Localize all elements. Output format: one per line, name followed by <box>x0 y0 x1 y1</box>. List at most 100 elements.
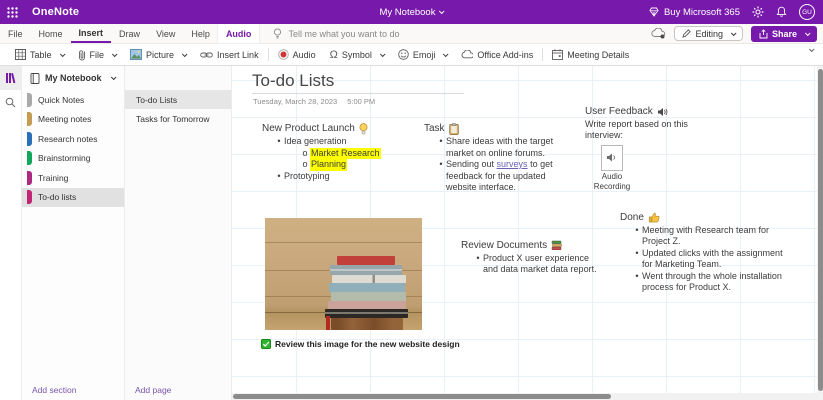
note-block-new-product-launch[interactable]: New Product Launch •Idea generation oMar… <box>262 123 434 182</box>
app-launcher-icon[interactable] <box>0 0 24 24</box>
ribbon-label: Office Add-ins <box>477 50 533 60</box>
omega-icon: Ω <box>330 49 338 61</box>
notebook-header-dropdown[interactable]: My Notebook <box>22 66 124 90</box>
tell-me-search[interactable]: Tell me what you want to do <box>273 24 399 43</box>
page-title[interactable]: To-do Lists <box>252 71 334 91</box>
ribbon-label: Symbol <box>342 50 372 60</box>
add-page-button[interactable]: Add page <box>135 385 171 395</box>
bullet-text: Product X user experience and data marke… <box>483 253 601 276</box>
notebooks-nav-icon[interactable] <box>0 66 22 90</box>
ribbon-picture-button[interactable]: Picture <box>123 44 193 65</box>
note-block-task[interactable]: Task •Share ideas with the target market… <box>424 123 576 194</box>
wood-plank-line <box>265 242 422 243</box>
office-addins-icon <box>461 50 473 59</box>
image-review-todo[interactable]: Review this image for the new website de… <box>261 339 460 349</box>
sync-status-icon[interactable] <box>651 28 666 39</box>
todo-label: Review this image for the new website de… <box>275 339 460 349</box>
bullet-marker: • <box>632 225 642 248</box>
attachment-caption: Audio Recording <box>585 172 639 192</box>
note-block-done[interactable]: Done •Meeting with Research team for Pro… <box>620 212 786 294</box>
ribbon-table-button[interactable]: Table <box>8 44 71 65</box>
section-label: Quick Notes <box>38 95 84 105</box>
audio-recording-attachment[interactable] <box>601 145 623 171</box>
page-item-to-do-lists[interactable]: To-do Lists <box>125 90 231 109</box>
bullet-marker: • <box>436 159 446 194</box>
vertical-scrollbar[interactable] <box>817 66 823 400</box>
section-item-training[interactable]: Training <box>22 168 124 188</box>
chevron-down-icon <box>731 30 737 36</box>
tab-audio[interactable]: Audio <box>218 24 260 43</box>
share-button[interactable]: Share <box>751 26 817 42</box>
text-run: Sending out <box>446 159 497 169</box>
note-canvas[interactable]: To-do Lists Tuesday, March 28, 2023 5:00… <box>232 66 823 400</box>
bullet-text: Updated clicks with the assignment for M… <box>642 248 786 271</box>
tab-help[interactable]: Help <box>183 24 218 43</box>
section-color-tab <box>27 132 32 146</box>
ribbon-label: Insert Link <box>217 50 259 60</box>
section-color-tab <box>27 190 32 204</box>
account-avatar[interactable]: GU <box>799 4 815 20</box>
record-audio-icon <box>278 49 289 60</box>
tab-view[interactable]: View <box>148 24 183 43</box>
feedback-text: Write report based on this interview: <box>585 119 709 142</box>
ribbon-separator <box>542 48 543 61</box>
search-icon[interactable] <box>0 90 22 114</box>
attachment-caption-line: Recording <box>585 182 639 192</box>
notebook-title-dropdown[interactable]: My Notebook <box>380 7 444 18</box>
ribbon-audio-button[interactable]: Audio <box>271 44 323 65</box>
heading-text: Task <box>424 123 445 135</box>
page-datetime: Tuesday, March 28, 2023 5:00 PM <box>253 97 375 106</box>
ribbon-symbol-button[interactable]: Ω Symbol <box>323 44 391 65</box>
page-item-tasks-for-tomorrow[interactable]: Tasks for Tomorrow <box>125 109 231 128</box>
bullet-marker: o <box>300 159 310 171</box>
bullet-text: Prototyping <box>284 171 330 183</box>
section-item-to-do-lists[interactable]: To-do lists <box>22 188 124 208</box>
ribbon-label: Table <box>30 50 52 60</box>
section-item-meeting-notes[interactable]: Meeting notes <box>22 110 124 130</box>
chevron-down-icon <box>443 51 449 57</box>
section-item-quick-notes[interactable]: Quick Notes <box>22 90 124 110</box>
note-block-user-feedback[interactable]: User Feedback Write report based on this… <box>585 106 709 192</box>
bullet-marker: • <box>473 253 483 276</box>
left-rail <box>0 66 22 400</box>
vertical-scrollbar-thumb[interactable] <box>818 69 823 391</box>
heading-text: User Feedback <box>585 106 653 118</box>
lightbulb-icon <box>273 28 282 40</box>
bullet-marker: • <box>632 248 642 271</box>
bullet-text: Sending out surveys to get feedback for … <box>446 159 576 194</box>
books-photo[interactable] <box>265 218 422 330</box>
buy-microsoft-365-button[interactable]: Buy Microsoft 365 <box>649 7 740 18</box>
bullet-text: Idea generation <box>284 136 347 148</box>
chevron-down-icon <box>59 51 65 57</box>
surveys-link[interactable]: surveys <box>497 159 528 169</box>
horizontal-scrollbar[interactable] <box>232 393 817 400</box>
tab-home[interactable]: Home <box>31 24 71 43</box>
ribbon-label: File <box>90 50 105 60</box>
ribbon-label: Audio <box>293 50 316 60</box>
ribbon-file-button[interactable]: File <box>71 44 124 65</box>
tab-file[interactable]: File <box>0 24 31 43</box>
horizontal-scrollbar-thumb[interactable] <box>233 394 611 399</box>
section-item-brainstorming[interactable]: Brainstorming <box>22 149 124 169</box>
tab-draw[interactable]: Draw <box>111 24 148 43</box>
editing-mode-button[interactable]: Editing <box>674 26 743 41</box>
add-section-button[interactable]: Add section <box>32 385 76 395</box>
ribbon-emoji-button[interactable]: Emoji <box>391 44 455 65</box>
section-item-research-notes[interactable]: Research notes <box>22 129 124 149</box>
highlighted-text: Market Research <box>310 148 381 160</box>
bullet-marker: • <box>632 271 642 294</box>
checked-checkbox-icon[interactable] <box>261 339 271 349</box>
tab-insert[interactable]: Insert <box>71 24 112 43</box>
ribbon-meeting-details-button[interactable]: Meeting Details <box>545 44 636 65</box>
chevron-down-icon <box>380 51 386 57</box>
settings-gear-icon[interactable] <box>752 6 764 18</box>
collapse-ribbon-chevron-icon[interactable] <box>809 46 815 52</box>
ribbon-office-addins-button[interactable]: Office Add-ins <box>454 44 540 65</box>
notifications-bell-icon[interactable] <box>776 6 787 18</box>
ribbon-insert-link-button[interactable]: Insert Link <box>193 44 266 65</box>
app-name[interactable]: OneNote <box>32 6 79 18</box>
note-block-review-documents[interactable]: Review Documents •Product X user experie… <box>461 240 601 276</box>
ribbon-separator <box>268 48 269 61</box>
menu-bar: File Home Insert Draw View Help Audio Te… <box>0 24 823 44</box>
paperclip-icon <box>78 49 86 61</box>
